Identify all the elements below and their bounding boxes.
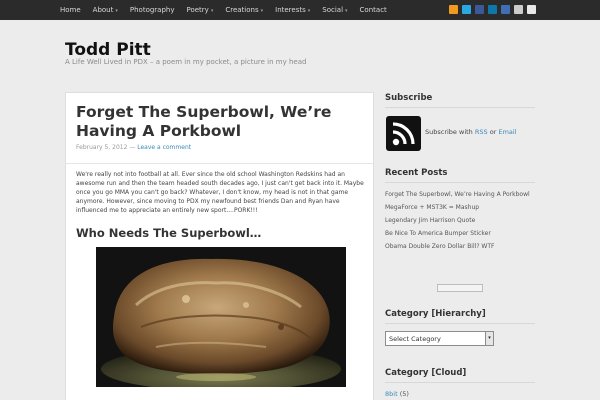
nav-item-label: Creations — [225, 6, 259, 14]
category-cloud-item: 8bit (5) — [385, 390, 409, 398]
post-title[interactable]: Forget The Superbowl, We’re Having A Por… — [76, 103, 366, 141]
divider — [66, 163, 373, 164]
post-date: February 5, 2012 — [76, 144, 128, 151]
nav-item-label: Social — [322, 6, 344, 14]
divider — [385, 382, 535, 383]
flickr-icon[interactable] — [501, 5, 510, 14]
chevron-down-icon: ▾ — [115, 8, 118, 14]
subscribe-text: Subscribe with RSS or Email — [425, 128, 517, 136]
recent-post-link[interactable]: Legendary Jim Harrison Quote — [385, 216, 535, 225]
main-menu: Home About ▾ Photography Poetry ▾ Creation… — [60, 0, 399, 20]
nav-item-label: Poetry — [186, 6, 209, 14]
post-card: Forget The Superbowl, We’re Having A Por… — [65, 92, 374, 400]
nav-item-label: Photography — [129, 6, 175, 14]
divider — [385, 323, 535, 324]
subscribe-prefix: Subscribe with — [425, 128, 473, 136]
chevron-down-icon: ▾ — [307, 8, 311, 14]
nav-item-home[interactable]: Home — [60, 6, 81, 14]
subscribe-heading: Subscribe — [385, 93, 433, 103]
chevron-down-icon: ▾ — [210, 8, 214, 14]
category-select-value: Select Category — [389, 335, 441, 343]
social-icons — [445, 5, 536, 14]
divider — [385, 107, 535, 108]
divider — [385, 182, 535, 183]
nav-item-creations[interactable]: Creations ▾ — [225, 6, 263, 14]
blank-widget-box — [437, 284, 483, 292]
leave-comment-link[interactable]: Leave a comment — [137, 144, 191, 151]
recent-posts-heading: Recent Posts — [385, 168, 448, 178]
nav-item-label: Contact — [359, 6, 387, 14]
category-cloud-heading: Category [Cloud] — [385, 368, 467, 378]
rss-icon[interactable] — [449, 5, 458, 14]
subscribe-or: or — [489, 128, 497, 136]
post-subheading: Who Needs The Superbowl… — [76, 226, 262, 240]
linkedin-icon[interactable] — [488, 5, 497, 14]
google-plus-icon[interactable] — [514, 5, 523, 14]
post-body: We're really not into football at all. E… — [76, 171, 364, 214]
recent-post-link[interactable]: MegaForce + MST3K = Mashup — [385, 203, 535, 212]
nav-item-social[interactable]: Social ▾ — [322, 6, 347, 14]
rss-feed-icon[interactable] — [386, 116, 421, 151]
nav-item-label: Interests — [275, 6, 306, 14]
dropdown-arrow-icon: ▾ — [485, 332, 493, 345]
email-link[interactable]: Email — [498, 128, 516, 136]
post-meta: February 5, 2012 — Leave a comment — [76, 144, 191, 151]
top-nav-bar: Home About ▾ Photography Poetry ▾ Creation… — [0, 0, 600, 20]
nav-item-contact[interactable]: Contact — [360, 6, 387, 14]
facebook-icon[interactable] — [475, 5, 484, 14]
twitter-icon[interactable] — [462, 5, 471, 14]
rss-link[interactable]: RSS — [475, 128, 488, 136]
nav-item-about[interactable]: About ▾ — [93, 6, 118, 14]
recent-post-link[interactable]: Obama Double Zero Dollar Bill? WTF — [385, 242, 535, 251]
nav-item-poetry[interactable]: Poetry ▾ — [187, 6, 214, 14]
category-hierarchy-heading: Category [Hierarchy] — [385, 309, 486, 319]
nav-item-label: About — [92, 6, 114, 14]
category-tag-count: (5) — [399, 390, 409, 398]
pork-roast-photo — [96, 247, 346, 387]
nav-item-photography[interactable]: Photography — [130, 6, 175, 14]
nav-item-interests[interactable]: Interests ▾ — [275, 6, 310, 14]
chevron-down-icon: ▾ — [345, 8, 348, 14]
recent-post-link[interactable]: Forget The Superbowl, We’re Having A Por… — [385, 190, 535, 199]
email-icon[interactable] — [527, 5, 536, 14]
chevron-down-icon: ▾ — [260, 8, 264, 14]
site-title[interactable]: Todd Pitt — [65, 40, 151, 60]
meta-separator: — — [129, 144, 136, 151]
nav-item-label: Home — [60, 6, 81, 14]
recent-post-link[interactable]: Be Nice To America Bumper Sticker — [385, 229, 535, 238]
category-tag-link[interactable]: 8bit — [385, 390, 398, 398]
recent-posts-list: Forget The Superbowl, We’re Having A Por… — [385, 190, 535, 255]
category-select[interactable]: Select Category ▾ — [385, 331, 494, 346]
site-tagline: A Life Well Lived in PDX – a poem in my … — [65, 58, 307, 66]
